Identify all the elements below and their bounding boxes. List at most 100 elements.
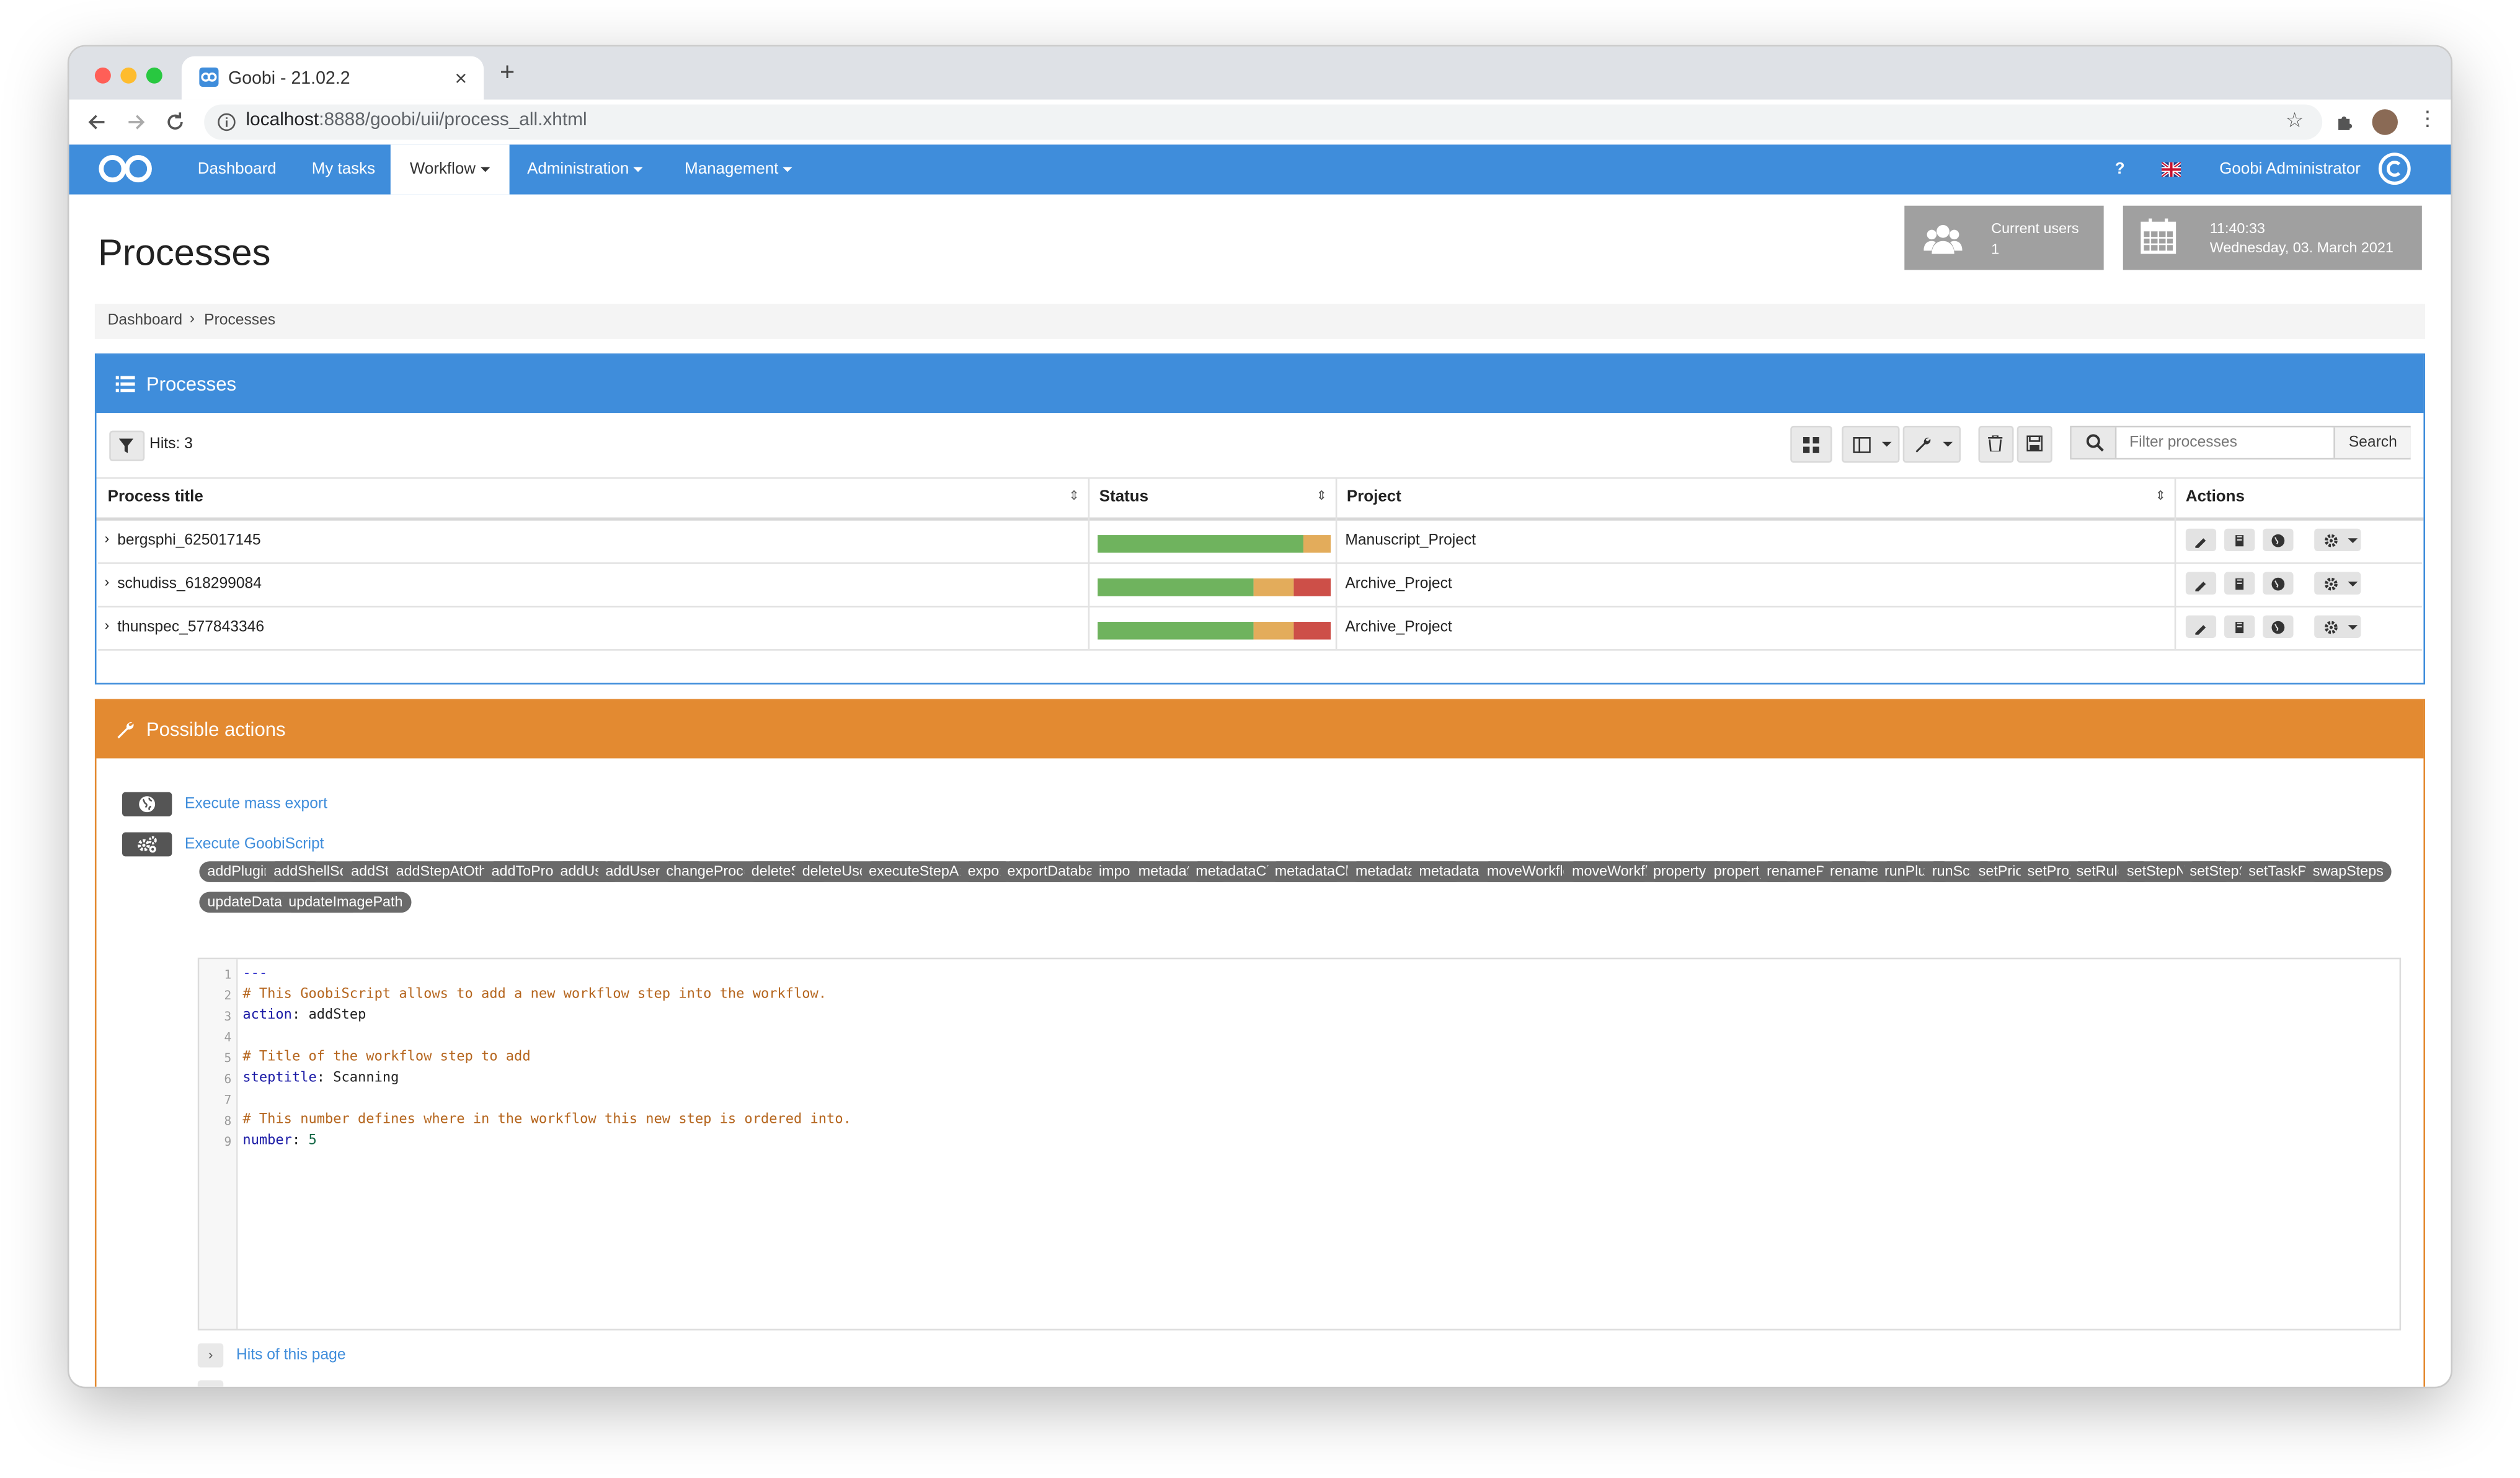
sort-icon[interactable]: ⇕	[1316, 489, 1327, 503]
wrench-icon	[117, 722, 134, 739]
close-tab-icon[interactable]: ×	[455, 66, 467, 90]
expand-row-chevron-icon[interactable]: ›	[104, 530, 109, 546]
nav-workflow[interactable]: Workflow	[390, 144, 510, 195]
goobiscript-chip[interactable]: updateImagePath	[280, 891, 411, 912]
process-title[interactable]: bergsphi_625017145	[117, 532, 260, 550]
process-gear-menu-button[interactable]	[2314, 615, 2361, 638]
code-line: 3 action: addStep	[199, 1006, 2385, 1027]
search-icon	[2086, 434, 2104, 452]
mass-export-icon-button[interactable]	[122, 792, 172, 816]
current-users-widget[interactable]: Current users 1	[1904, 205, 2104, 270]
gear-icon	[2325, 577, 2338, 590]
hits-of-this-page-link[interactable]: Hits of this page	[236, 1347, 346, 1365]
back-arrow-icon[interactable]	[85, 111, 107, 133]
expand-row-chevron-icon[interactable]: ›	[104, 617, 109, 633]
browser-tab[interactable]: Goobi - 21.02.2 ×	[181, 56, 484, 100]
export-process-button[interactable]	[2263, 615, 2294, 638]
new-tab-button[interactable]: +	[500, 60, 515, 89]
forward-arrow-icon[interactable]	[125, 111, 148, 133]
table-row[interactable]: › bergsphi_625017145 Manuscript_Project	[98, 519, 2422, 564]
expand-row-chevron-icon[interactable]: ›	[104, 573, 109, 590]
line-number: 6	[224, 1071, 232, 1087]
search-button[interactable]: Search	[2333, 427, 2411, 458]
info-icon[interactable]	[217, 112, 236, 131]
line-number: 1	[224, 967, 232, 982]
process-gear-menu-button[interactable]	[2314, 572, 2361, 595]
status-segment-open	[1303, 535, 1331, 553]
process-log-button[interactable]	[2224, 572, 2255, 595]
main-navigation: Dashboard My tasks Workflow Administrati…	[69, 144, 2451, 195]
process-log-button[interactable]	[2224, 528, 2255, 551]
reload-icon[interactable]	[164, 111, 186, 133]
save-button[interactable]	[2016, 425, 2052, 463]
code-token: ---	[242, 965, 268, 982]
profile-avatar[interactable]	[2372, 109, 2398, 135]
nav-dashboard[interactable]: Dashboard	[198, 144, 277, 194]
user-avatar-icon[interactable]	[2378, 153, 2411, 185]
window-maximize-button[interactable]	[146, 67, 162, 84]
code-token: action	[242, 1007, 292, 1024]
sort-icon[interactable]: ⇕	[1069, 489, 1080, 503]
breadcrumb-current: Processes	[204, 311, 276, 330]
status-segment-done	[1098, 622, 1254, 640]
browser-menu-icon[interactable]: ⋮	[2417, 106, 2438, 131]
delete-button[interactable]	[1978, 425, 2014, 463]
edit-process-button[interactable]	[2185, 572, 2217, 595]
user-name[interactable]: Goobi Administrator	[2219, 144, 2361, 194]
screen: Goobi - 21.02.2 × + localhost:8888/goobi…	[0, 0, 2520, 1478]
grid-view-button[interactable]	[1790, 425, 1832, 463]
nav-my-tasks[interactable]: My tasks	[312, 144, 375, 194]
nav-management[interactable]: Management	[685, 144, 793, 194]
expand-chevron-icon[interactable]: ›	[197, 1343, 224, 1368]
process-gear-menu-button[interactable]	[2314, 528, 2361, 551]
help-button[interactable]: ?	[2115, 144, 2125, 194]
bookmark-star-icon[interactable]: ☆	[2286, 108, 2304, 133]
status-segment-done	[1098, 578, 1254, 596]
breadcrumb-dashboard[interactable]: Dashboard	[108, 312, 182, 330]
book-icon	[2235, 621, 2244, 632]
edit-process-button[interactable]	[2185, 528, 2217, 551]
table-row[interactable]: › thunspec_577843346 Archive_Project	[98, 606, 2422, 651]
export-process-button[interactable]	[2263, 572, 2294, 595]
column-header-process-title[interactable]: Process title	[108, 479, 203, 517]
process-log-button[interactable]	[2224, 615, 2255, 638]
window-close-button[interactable]	[94, 67, 111, 84]
column-header-project[interactable]: Project	[1347, 479, 1401, 517]
edit-process-button[interactable]	[2185, 615, 2217, 638]
filter-processes-input[interactable]	[2116, 427, 2332, 458]
status-progress-bar	[1098, 578, 1331, 596]
goobiscript-icon-button[interactable]	[122, 832, 172, 857]
save-disk-icon	[2026, 435, 2043, 452]
expand-chevron-icon[interactable]	[197, 1380, 224, 1387]
possible-actions-header: Possible actions	[96, 701, 2424, 759]
column-header-status[interactable]: Status	[1099, 479, 1148, 517]
table-header: Process title ⇕ Status ⇕ Project ⇕ Actio…	[96, 477, 2424, 650]
browser-window: Goobi - 21.02.2 × + localhost:8888/goobi…	[69, 46, 2451, 1387]
process-title[interactable]: schudiss_618299084	[117, 575, 262, 593]
execute-goobiscript-link[interactable]: Execute GoobiScript	[185, 836, 324, 854]
language-flag-uk-icon[interactable]	[2161, 162, 2181, 177]
sort-icon[interactable]: ⇕	[2155, 489, 2166, 503]
goobi-logo-icon[interactable]	[97, 153, 154, 185]
pencil-icon	[2195, 580, 2206, 591]
line-number: 9	[224, 1134, 232, 1149]
extensions-puzzle-icon[interactable]	[2333, 111, 2356, 133]
nav-administration[interactable]: Administration	[527, 144, 644, 194]
table-row[interactable]: › schudiss_618299084 Archive_Project	[98, 562, 2422, 608]
code-token: : addStep	[291, 1007, 366, 1024]
current-users-count: 1	[1991, 241, 2000, 257]
address-bar[interactable]: localhost:8888/goobi/uii/process_all.xht…	[204, 104, 2323, 140]
window-minimize-button[interactable]	[120, 67, 137, 84]
tools-menu-button[interactable]	[1902, 425, 1961, 463]
goobiscript-editor[interactable]: 1 --- 2 # This GoobiScript allows to add a …	[197, 957, 2402, 1331]
goobiscript-chip[interactable]: swapSteps	[2304, 861, 2392, 882]
execute-mass-export-link[interactable]: Execute mass export	[185, 795, 327, 813]
process-title[interactable]: thunspec_577843346	[117, 619, 264, 637]
filter-toggle-button[interactable]	[109, 430, 145, 461]
line-number: 2	[224, 988, 232, 1003]
columns-icon	[1853, 436, 1871, 453]
status-segment-error	[1293, 578, 1331, 596]
columns-menu-button[interactable]	[1842, 425, 1900, 463]
current-time: 11:40:33	[2209, 220, 2265, 236]
export-process-button[interactable]	[2263, 528, 2294, 551]
